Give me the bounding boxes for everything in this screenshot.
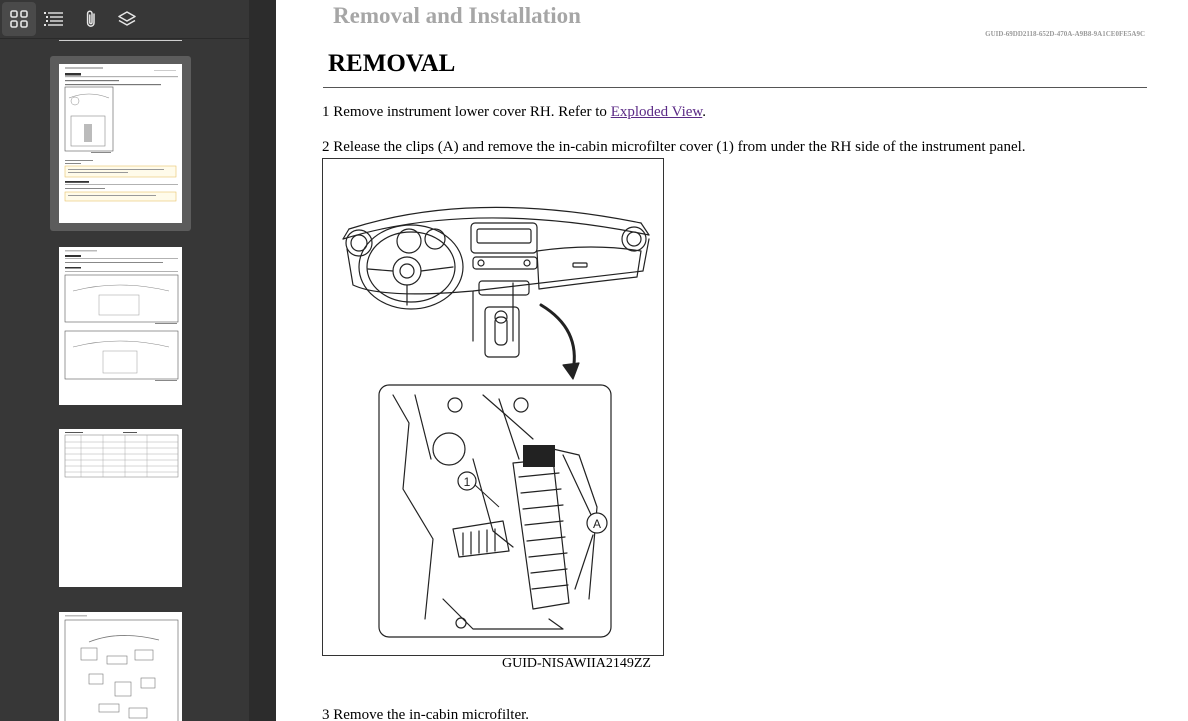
layers-icon — [118, 11, 136, 26]
step-text: Remove instrument lower cover RH. Refer … — [333, 104, 611, 120]
step-number: 1 — [322, 104, 330, 120]
sidebar-toolbar — [0, 0, 249, 39]
page-thumbnail-preview — [64, 615, 179, 721]
step-text-end: . — [702, 104, 707, 120]
page-thumbnail-preview — [64, 67, 178, 202]
section-divider — [323, 87, 1147, 88]
callout-1-label: 1 — [464, 475, 471, 489]
sidebar — [0, 0, 249, 721]
sidebar-resize-gutter[interactable] — [249, 0, 276, 721]
page-thumbnail-1[interactable] — [59, 64, 182, 223]
step-3: 3 Remove the in-cabin microfilter. — [322, 707, 529, 721]
outline-view-button[interactable] — [37, 2, 71, 36]
section-title: REMOVAL — [328, 50, 456, 77]
layers-view-button[interactable] — [110, 2, 144, 36]
page-thumbnail-2[interactable] — [59, 247, 182, 405]
step-number: 3 — [322, 707, 330, 721]
page-thumbnail-preview — [64, 250, 179, 381]
microfilter-figure: 1 A — [322, 158, 664, 656]
attachments-view-button[interactable] — [74, 2, 108, 36]
step-2: 2 Release the clips (A) and remove the i… — [322, 139, 1026, 156]
thumbnail-list — [0, 40, 249, 721]
step-text: Remove the in-cabin microfilter. — [333, 707, 530, 721]
page-thumbnail-3[interactable] — [59, 429, 182, 587]
page-thumbnail-4[interactable] — [59, 612, 182, 721]
page-heading: Removal and Installation — [333, 3, 581, 28]
document-guid: GUID-69DD2118-652D-470A-A9B8-9A1CE0FE5A9… — [985, 30, 1145, 38]
step-1: 1 Remove instrument lower cover RH. Refe… — [322, 104, 706, 121]
page-thumbnail-preview — [64, 432, 179, 478]
step-number: 2 — [322, 139, 330, 155]
outline-list-icon — [44, 12, 63, 26]
callout-a-label: A — [593, 517, 601, 531]
dashboard-illustration: 1 A — [342, 206, 650, 638]
figure-caption: GUID-NISAWIIA2149ZZ — [502, 656, 651, 671]
thumbnails-grid-icon — [10, 10, 28, 28]
thumbnails-view-button[interactable] — [2, 2, 36, 36]
previous-page-edge — [59, 40, 182, 41]
callout-a: A — [586, 512, 608, 534]
exploded-view-link[interactable]: Exploded View — [611, 104, 703, 120]
paperclip-icon — [86, 10, 95, 27]
step-text: Release the clips (A) and remove the in-… — [333, 139, 1026, 155]
document-view: Removal and Installation GUID-69DD2118-6… — [276, 0, 1188, 721]
